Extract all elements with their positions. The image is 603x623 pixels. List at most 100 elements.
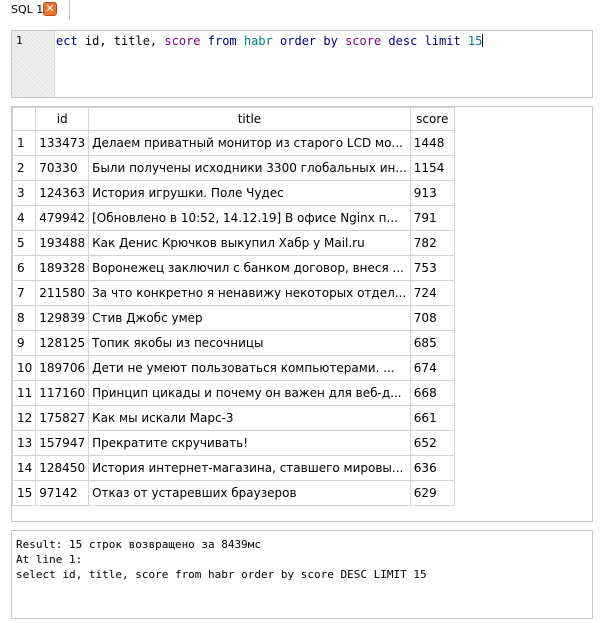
row-number-cell[interactable]: 4 [12, 205, 37, 231]
title-cell[interactable]: Были получены исходники 3300 глобальных … [88, 155, 411, 181]
close-icon[interactable]: ✕ [43, 2, 57, 16]
row-number-cell[interactable]: 13 [12, 430, 37, 456]
title-cell[interactable]: Делаем приватный монитор из старого LCD … [88, 130, 411, 156]
table-row[interactable]: 5 193488 Как Денис Крючков выкупил Хабр у … [12, 230, 455, 256]
score-cell[interactable]: 1448 [409, 130, 455, 156]
score-cell[interactable]: 661 [409, 405, 455, 431]
code-token: score [164, 34, 201, 48]
table-row[interactable]: 11 117160 Принцип цикады и почему он важен… [12, 380, 455, 406]
title-cell[interactable]: За что конкретно я ненавижу некоторых от… [88, 280, 411, 306]
table-row[interactable]: 14 128450 История интернет-магазина, ставш… [12, 455, 455, 481]
table-row[interactable]: 4 479942 [Обновлено в 10:52, 14.12.19] В о… [12, 205, 455, 231]
row-number-cell[interactable]: 3 [12, 180, 37, 206]
score-cell[interactable]: 782 [409, 230, 455, 256]
table-row[interactable]: 12 175827 Как мы искали Марс-3 661 [12, 405, 455, 431]
row-number-cell[interactable]: 9 [12, 330, 37, 356]
table-row[interactable]: 6 189328 Воронежец заключил с банком догов… [12, 255, 455, 281]
score-cell[interactable]: 636 [409, 455, 455, 481]
title-cell[interactable]: Отказ от устаревших браузеров [88, 480, 411, 506]
score-cell[interactable]: 913 [409, 180, 455, 206]
code-token: ect [56, 34, 78, 48]
table-row[interactable]: 9 128125 Топик якобы из песочницы 685 [12, 330, 455, 356]
id-cell[interactable]: 193488 [35, 230, 90, 256]
code-token: id, title, [77, 34, 165, 48]
result-executed-query: select id, title, score from habr order … [16, 568, 427, 581]
table-row[interactable]: 10 189706 Дети не умеют пользоваться компь… [12, 355, 455, 381]
id-cell[interactable]: 129839 [35, 305, 90, 331]
sql-code-line[interactable]: ect id, title, score from habr order by … [56, 34, 484, 48]
title-cell[interactable]: Как мы искали Марс-3 [88, 405, 411, 431]
title-cell[interactable]: Дети не умеют пользоваться компьютерами.… [88, 355, 411, 381]
column-header-score[interactable]: score [409, 107, 455, 131]
row-number-cell[interactable]: 11 [12, 380, 37, 406]
code-token: habr [243, 34, 273, 48]
table-row[interactable]: 8 129839 Стив Джобс умер 708 [12, 305, 455, 331]
table-row[interactable]: 1 133473 Делаем приватный монитор из старо… [12, 130, 455, 156]
score-cell[interactable]: 791 [409, 205, 455, 231]
text-caret [482, 34, 484, 47]
score-cell[interactable]: 629 [409, 480, 455, 506]
id-cell[interactable]: 128125 [35, 330, 90, 356]
id-cell[interactable]: 128450 [35, 455, 90, 481]
row-number-cell[interactable]: 15 [12, 480, 37, 506]
title-cell[interactable]: Прекратите скручивать! [88, 430, 411, 456]
score-cell[interactable]: 724 [409, 280, 455, 306]
table-row[interactable]: 7 211580 За что конкретно я ненавижу некот… [12, 280, 455, 306]
id-cell[interactable]: 175827 [35, 405, 90, 431]
title-cell[interactable]: Как Денис Крючков выкупил Хабр у Mail.ru [88, 230, 411, 256]
result-message: Result: 15 строк возвращено за 8439мс [16, 538, 262, 551]
score-cell[interactable]: 674 [409, 355, 455, 381]
title-cell[interactable]: Воронежец заключил с банком договор, вне… [88, 255, 411, 281]
id-cell[interactable]: 189706 [35, 355, 90, 381]
row-number-cell[interactable]: 14 [12, 455, 37, 481]
title-cell[interactable]: Топик якобы из песочницы [88, 330, 411, 356]
id-cell[interactable]: 133473 [35, 130, 90, 156]
tab-label: SQL 1 [11, 3, 44, 16]
title-cell[interactable]: [Обновлено в 10:52, 14.12.19] В офисе Ng… [88, 205, 411, 231]
tab-sql-1[interactable]: SQL 1 ✕ [0, 0, 70, 20]
row-number-cell[interactable]: 8 [12, 305, 37, 331]
row-number-cell[interactable]: 1 [12, 130, 37, 156]
title-cell[interactable]: История игрушки. Поле Чудес [88, 180, 411, 206]
row-number-cell[interactable]: 6 [12, 255, 37, 281]
row-number-cell[interactable]: 5 [12, 230, 37, 256]
row-number-cell[interactable]: 2 [12, 155, 37, 181]
id-cell[interactable]: 124363 [35, 180, 90, 206]
id-cell[interactable]: 117160 [35, 380, 90, 406]
sql-editor[interactable]: 1 ect id, title, score from habr order b… [11, 30, 593, 98]
column-header-id[interactable]: id [35, 107, 90, 131]
id-cell[interactable]: 97142 [35, 480, 90, 506]
id-cell[interactable]: 211580 [35, 280, 90, 306]
table-row[interactable]: 15 97142 Отказ от устаревших браузеров 629 [12, 480, 455, 506]
result-line-info: At line 1: [16, 553, 83, 566]
id-cell[interactable]: 189328 [35, 255, 90, 281]
id-cell[interactable]: 70330 [35, 155, 90, 181]
row-number-cell[interactable]: 12 [12, 405, 37, 431]
table-row[interactable]: 13 157947 Прекратите скручивать! 652 [12, 430, 455, 456]
score-cell[interactable]: 1154 [409, 155, 455, 181]
score-cell[interactable]: 652 [409, 430, 455, 456]
table-row[interactable]: 2 70330 Были получены исходники 3300 глоба… [12, 155, 455, 181]
result-log-panel[interactable]: Result: 15 строк возвращено за 8439мс At… [11, 530, 593, 619]
row-number-cell[interactable]: 10 [12, 355, 37, 381]
code-token: 15 [467, 34, 483, 48]
column-header-title[interactable]: title [88, 107, 411, 131]
title-cell[interactable]: Принцип цикады и почему он важен для веб… [88, 380, 411, 406]
id-cell[interactable]: 479942 [35, 205, 90, 231]
score-cell[interactable]: 668 [409, 380, 455, 406]
id-cell[interactable]: 157947 [35, 430, 90, 456]
results-grid[interactable]: id title score 1 133473 Делаем приватный м… [11, 106, 593, 522]
score-cell[interactable]: 753 [409, 255, 455, 281]
score-cell[interactable]: 708 [409, 305, 455, 331]
title-cell[interactable]: История интернет-магазина, ставшего миро… [88, 455, 411, 481]
tab-bar: SQL 1 ✕ [0, 0, 603, 20]
line-number: 1 [16, 34, 23, 47]
score-cell[interactable]: 685 [409, 330, 455, 356]
table-row[interactable]: 3 124363 История игрушки. Поле Чудес 913 [12, 180, 455, 206]
row-number-cell[interactable]: 7 [12, 280, 37, 306]
code-token: desc limit [388, 34, 461, 48]
title-cell[interactable]: Стив Джобс умер [88, 305, 411, 331]
